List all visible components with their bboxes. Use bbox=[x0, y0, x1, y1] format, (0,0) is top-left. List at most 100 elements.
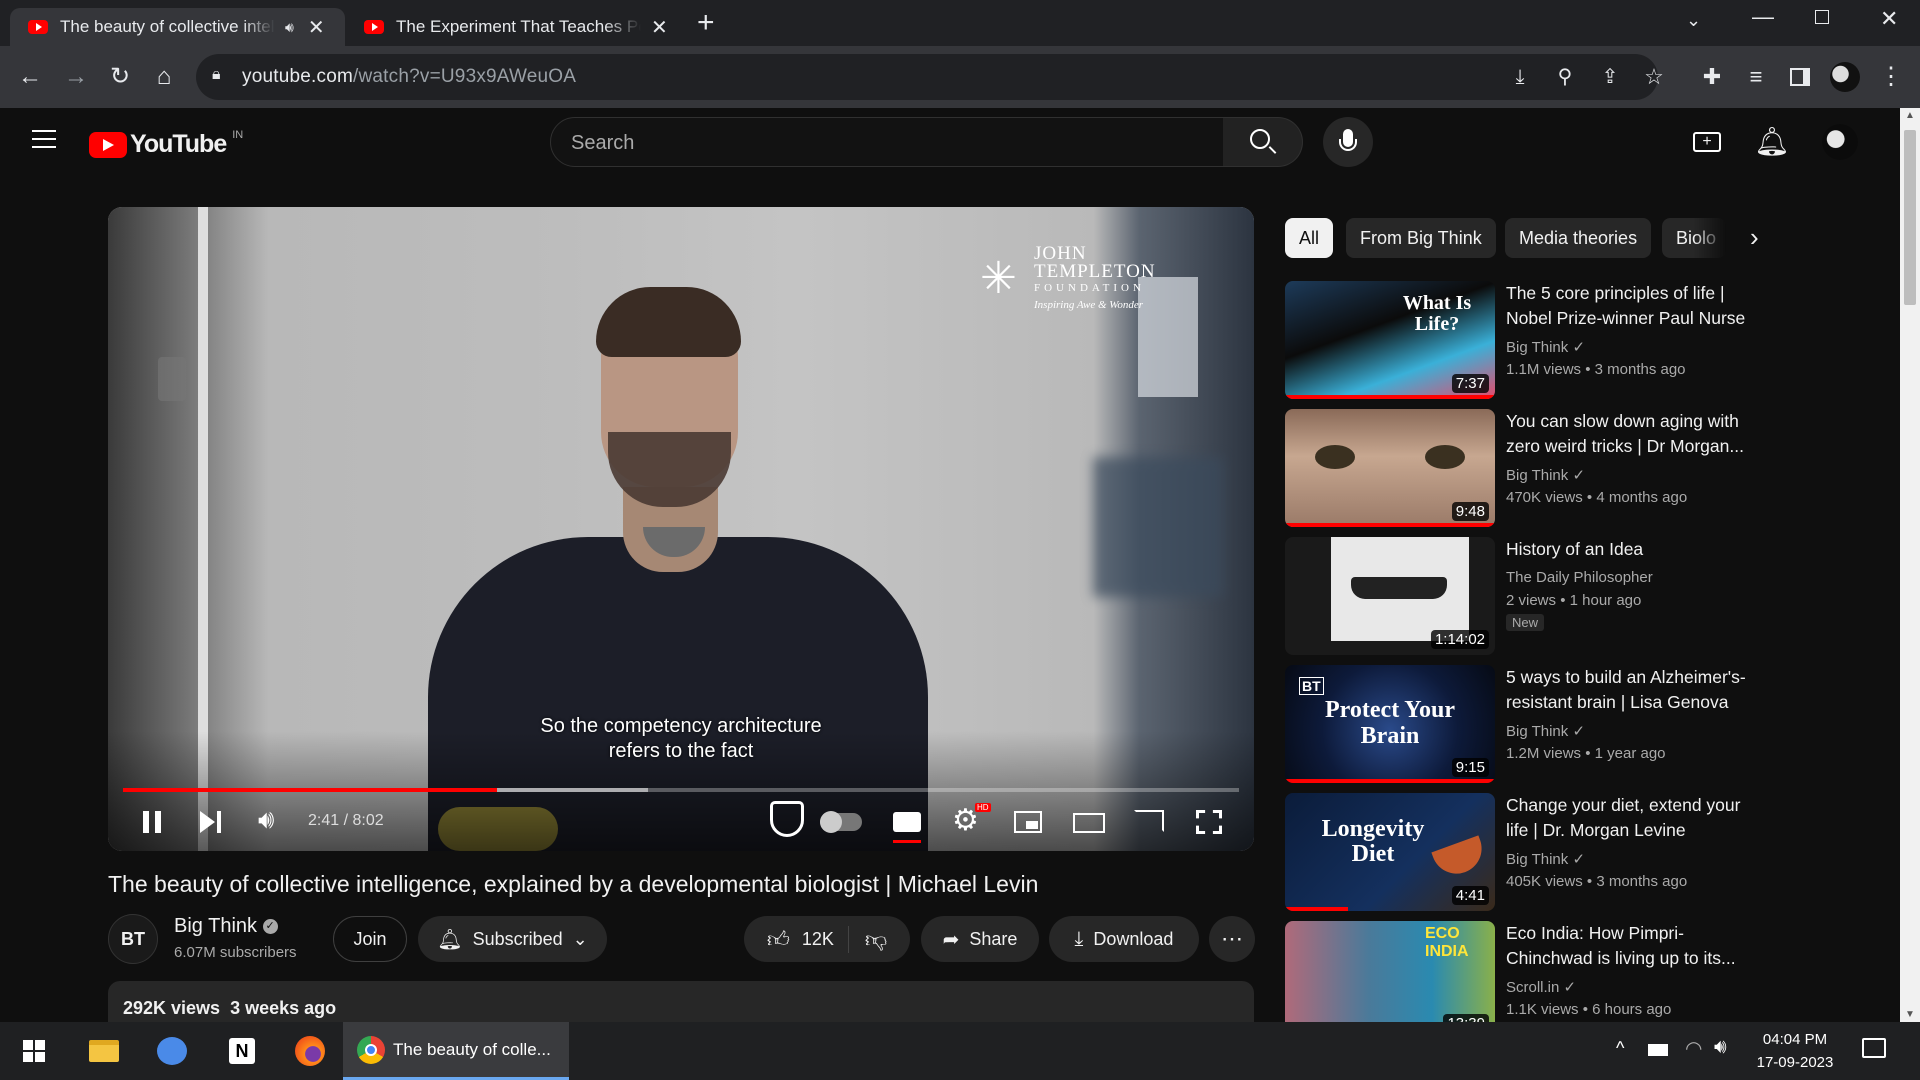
recommended-video[interactable]: What Is Life? 7:37 The 5 core principles… bbox=[1285, 281, 1755, 399]
restore-icon[interactable] bbox=[1815, 10, 1829, 24]
recommended-video[interactable]: 9:48 You can slow down aging with zero w… bbox=[1285, 409, 1755, 527]
reload-icon[interactable]: ↻ bbox=[104, 61, 136, 93]
like-button[interactable]: 👍︎ 12K bbox=[767, 925, 849, 953]
cast-icon[interactable] bbox=[1134, 810, 1164, 832]
video-thumbnail[interactable]: 9:48 bbox=[1285, 409, 1495, 527]
thumbs-down-icon[interactable]: 👎︎ bbox=[865, 926, 887, 953]
channel-name[interactable]: Scroll.in ✓ bbox=[1506, 978, 1576, 996]
show-hidden-icons-chevron-icon[interactable]: ^ bbox=[1616, 1038, 1624, 1059]
share-page-icon[interactable]: ⇪ bbox=[1594, 61, 1626, 93]
home-icon[interactable]: ⌂ bbox=[148, 61, 180, 93]
lock-icon[interactable]: 🔒︎ bbox=[212, 66, 221, 84]
chips-next-chevron-icon[interactable]: › bbox=[1750, 222, 1759, 253]
video-thumbnail[interactable]: What Is Life? 7:37 bbox=[1285, 281, 1495, 399]
autoplay-toggle[interactable] bbox=[820, 811, 862, 833]
video-title[interactable]: History of an Idea bbox=[1506, 537, 1756, 562]
zoom-icon[interactable]: ⚲ bbox=[1549, 61, 1581, 93]
voice-search-button[interactable] bbox=[1323, 117, 1373, 167]
start-button[interactable] bbox=[14, 1022, 54, 1080]
speaker-icon[interactable]: 🔊︎ bbox=[1714, 1036, 1727, 1059]
account-avatar[interactable] bbox=[1822, 124, 1858, 160]
back-icon[interactable]: ← bbox=[14, 61, 46, 93]
browser-tab-active[interactable]: The beauty of collective intel 🔊︎ ✕ bbox=[10, 8, 345, 46]
channel-name[interactable]: Big Think ✓ bbox=[174, 915, 278, 938]
notifications-bell-icon[interactable]: 🔔︎ bbox=[1754, 125, 1790, 158]
notification-center-icon[interactable] bbox=[1862, 1038, 1886, 1058]
miniplayer-icon[interactable] bbox=[1014, 811, 1042, 833]
theater-mode-icon[interactable] bbox=[1073, 813, 1105, 833]
forward-icon[interactable]: → bbox=[60, 61, 92, 93]
audio-playing-icon[interactable]: 🔊︎ bbox=[285, 19, 294, 36]
video-title[interactable]: Change your diet, extend your life | Dr.… bbox=[1506, 793, 1756, 843]
chip-media-theories[interactable]: Media theories bbox=[1505, 218, 1652, 258]
channel-name[interactable]: The Daily Philosopher bbox=[1506, 569, 1653, 586]
search-button[interactable] bbox=[1223, 117, 1303, 167]
progress-bar[interactable] bbox=[123, 788, 1239, 792]
browser-tab[interactable]: The Experiment That Teaches Peo ✕ bbox=[350, 8, 670, 46]
scrollbar-thumb[interactable] bbox=[1904, 130, 1916, 305]
page-scrollbar[interactable]: ▲ ▼ bbox=[1900, 108, 1920, 1022]
channel-name[interactable]: Big Think ✓ bbox=[1506, 850, 1585, 868]
chip-from-big-think[interactable]: From Big Think bbox=[1346, 218, 1496, 258]
close-window-icon[interactable]: ✕ bbox=[1880, 6, 1898, 32]
firefox-icon[interactable] bbox=[290, 1022, 330, 1080]
file-explorer-icon[interactable] bbox=[84, 1022, 124, 1080]
chip-all[interactable]: All bbox=[1285, 218, 1334, 258]
scroll-down-icon[interactable]: ▼ bbox=[1905, 1009, 1915, 1020]
video-title[interactable]: Eco India: How Pimpri-Chinchwad is livin… bbox=[1506, 921, 1755, 971]
video-thumbnail[interactable]: Longevity Diet 4:41 bbox=[1285, 793, 1495, 911]
volume-icon[interactable]: 🔊︎ bbox=[258, 804, 274, 836]
create-video-icon[interactable]: + bbox=[1693, 132, 1721, 152]
wifi-icon[interactable]: ◠ bbox=[1685, 1036, 1702, 1061]
battery-icon[interactable] bbox=[1648, 1044, 1668, 1056]
bookmark-star-icon[interactable]: ☆ bbox=[1638, 61, 1670, 93]
channel-name[interactable]: Big Think ✓ bbox=[1506, 722, 1585, 740]
clock[interactable]: 04:04 PM 17-09-2023 bbox=[1752, 1028, 1838, 1074]
video-title[interactable]: The 5 core principles of life | Nobel Pr… bbox=[1506, 281, 1756, 331]
video-thumbnail[interactable]: 1:14:02 bbox=[1285, 537, 1495, 655]
profile-avatar[interactable] bbox=[1830, 62, 1860, 92]
more-actions-button[interactable]: ⋯ bbox=[1209, 916, 1255, 962]
join-button[interactable]: Join bbox=[333, 916, 407, 962]
search-input[interactable]: Search bbox=[550, 117, 1224, 167]
notion-icon[interactable]: N bbox=[222, 1022, 262, 1080]
recommended-video[interactable]: 1:14:02 History of an Idea The Daily Phi… bbox=[1285, 537, 1755, 655]
subtitles-icon[interactable] bbox=[893, 812, 921, 843]
video-player[interactable]: ✳︎ JOHN TEMPLETON FOUNDATION Inspiring A… bbox=[108, 207, 1254, 851]
chip-biology[interactable]: Biolo bbox=[1662, 218, 1726, 258]
url-text[interactable]: youtube.com/watch?v=U93x9AWeuOA bbox=[242, 66, 576, 88]
next-icon[interactable] bbox=[200, 811, 215, 833]
chrome-menu-icon[interactable]: ⋮ bbox=[1875, 61, 1907, 93]
media-control-icon[interactable]: ≡ bbox=[1740, 61, 1772, 93]
video-title[interactable]: 5 ways to build an Alzheimer's-resistant… bbox=[1506, 665, 1756, 715]
tab-close-icon[interactable]: ✕ bbox=[308, 15, 325, 40]
channel-avatar[interactable]: BT bbox=[108, 914, 158, 964]
download-button[interactable]: ⤓ Download bbox=[1049, 916, 1199, 962]
scroll-up-icon[interactable]: ▲ bbox=[1905, 110, 1915, 121]
minimize-icon[interactable]: — bbox=[1752, 4, 1774, 30]
recommended-video[interactable]: ECO INDIA 13:39 Eco India: How Pimpri-Ch… bbox=[1285, 921, 1755, 1022]
channel-name[interactable]: Big Think ✓ bbox=[1506, 338, 1585, 356]
tab-close-icon[interactable]: ✕ bbox=[651, 15, 668, 40]
new-tab-icon[interactable]: + bbox=[697, 6, 715, 40]
taskbar-chrome-window[interactable]: The beauty of colle... bbox=[343, 1022, 569, 1080]
side-panel-icon[interactable] bbox=[1790, 68, 1810, 86]
tab-search-chevron-icon[interactable]: ⌄ bbox=[1686, 10, 1701, 31]
video-thumbnail[interactable]: BT Protect Your Brain 9:15 bbox=[1285, 665, 1495, 783]
share-button[interactable]: ➦ Share bbox=[921, 916, 1039, 962]
extensions-icon[interactable]: ✚ bbox=[1696, 61, 1728, 93]
pause-icon[interactable] bbox=[143, 811, 149, 833]
hamburger-menu-icon[interactable] bbox=[32, 130, 56, 148]
windows-taskbar: N The beauty of colle... ^ ◠ 🔊︎ 04:04 PM… bbox=[0, 1022, 1920, 1080]
install-app-icon[interactable]: ⤓ bbox=[1504, 61, 1536, 93]
youtube-logo[interactable]: YouTube IN bbox=[89, 129, 243, 159]
messenger-icon[interactable] bbox=[152, 1022, 192, 1080]
subscribed-button[interactable]: 🔔︎ Subscribed ⌄ bbox=[418, 916, 607, 962]
address-bar[interactable]: 🔒︎ youtube.com/watch?v=U93x9AWeuOA ⤓ ⚲ ⇪… bbox=[196, 54, 1664, 100]
video-title[interactable]: You can slow down aging with zero weird … bbox=[1506, 409, 1756, 459]
shield-icon[interactable] bbox=[770, 801, 804, 837]
channel-name[interactable]: Big Think ✓ bbox=[1506, 466, 1585, 484]
recommended-video[interactable]: BT Protect Your Brain 9:15 5 ways to bui… bbox=[1285, 665, 1755, 783]
recommended-video[interactable]: Longevity Diet 4:41 Change your diet, ex… bbox=[1285, 793, 1755, 911]
video-thumbnail[interactable]: ECO INDIA 13:39 bbox=[1285, 921, 1495, 1022]
